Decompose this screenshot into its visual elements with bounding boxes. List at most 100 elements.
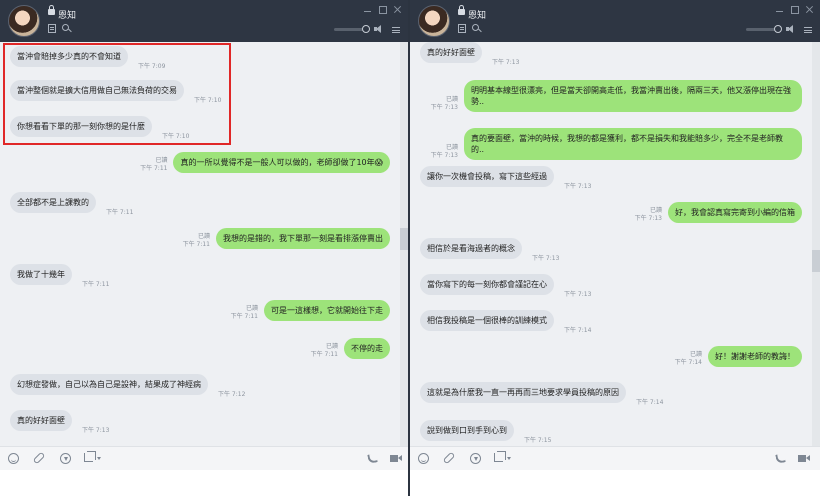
- message-bubble[interactable]: 我想的是錯的，我下單那一刻是看排漲停賣出: [216, 228, 390, 249]
- message-bubble[interactable]: 幻想症發做，自己以為自己是設神，結果成了神經病: [10, 374, 208, 395]
- message-meta: 下午 7:13: [492, 59, 519, 67]
- volume-knob[interactable]: [362, 25, 370, 33]
- menu-icon[interactable]: [392, 27, 400, 33]
- outgoing-message: 已讀 下午 7:11 我想的是錯的，我下單那一刻是看排漲停賣出: [177, 228, 390, 249]
- message-bubble[interactable]: 好，我會認真寫完寄到小編的信箱: [668, 202, 802, 223]
- message-bubble[interactable]: 全部都不是上課教的: [10, 192, 96, 213]
- timestamp: 下午 7:13: [564, 183, 592, 190]
- close-icon[interactable]: [394, 6, 402, 14]
- message-bubble[interactable]: 讓你一次機會投稿，寫下這些經過: [420, 166, 554, 187]
- phone-icon[interactable]: [775, 453, 786, 464]
- read-receipt: 已讀: [689, 351, 702, 358]
- emoji-icon[interactable]: [418, 453, 429, 464]
- crop-icon[interactable]: [84, 451, 96, 462]
- timestamp: 下午 7:13: [634, 215, 662, 222]
- timestamp: 下午 7:14: [564, 327, 592, 334]
- incoming-message: 幻想症發做，自己以為自己是設神，結果成了神經病 下午 7:12: [10, 374, 251, 398]
- avatar[interactable]: [8, 5, 40, 37]
- minimize-icon[interactable]: [364, 6, 372, 14]
- outgoing-message: 已讀 下午 7:13 真的要面壁，當沖的時候，我想的都是獲利，都不是損失和我能賠多少…: [425, 128, 802, 160]
- scrollbar[interactable]: [812, 42, 820, 446]
- emoji-icon[interactable]: [8, 453, 19, 464]
- timestamp: 下午 7:11: [82, 281, 110, 288]
- note-icon[interactable]: [48, 24, 56, 33]
- message-bubble[interactable]: 真的要面壁，當沖的時候，我想的都是獲利，都不是損失和我能賠多少，完全不是老師教的…: [464, 128, 802, 160]
- message-meta: 已讀 下午 7:11: [183, 233, 210, 249]
- maximize-icon[interactable]: [379, 6, 387, 14]
- chat-window-left: 恩知 當沖會賠掉多少真的不會知道 下午 7:09 當沖整個就是擴大信用做自己無法負荷…: [0, 0, 408, 496]
- message-input[interactable]: [410, 470, 820, 496]
- lock-icon: [48, 5, 55, 15]
- message-bubble[interactable]: 真的一所以覺得不是一般人可以做的，老師卻做了10年😱: [173, 152, 390, 173]
- message-bubble[interactable]: 相信我投稿是一個很棒的訓練模式: [420, 310, 554, 331]
- title-bar: 恩知: [0, 0, 408, 42]
- timestamp: 下午 7:11: [140, 165, 168, 172]
- message-meta: 已讀 下午 7:11: [140, 157, 167, 173]
- incoming-message: 說到做到口到手到心到下午 7:15: [420, 420, 557, 444]
- message-bubble[interactable]: 明明基本線型很漂亮，但是當天卻開高走低，我當沖賣出後，隔兩三天，他又漲停出現在強…: [464, 80, 802, 112]
- timestamp: 下午 7:11: [230, 313, 258, 320]
- scroll-thumb[interactable]: [812, 250, 820, 272]
- phone-icon[interactable]: [367, 453, 378, 464]
- message-list[interactable]: 真的好好面壁 下午 7:13 已讀 下午 7:13 明明基本線型很漂亮，但是當天卻開高走…: [410, 42, 820, 446]
- message-meta: 下午 7:13: [532, 255, 559, 263]
- message-meta: 下午 7:15: [524, 437, 551, 445]
- message-meta: 下午 7:14: [636, 399, 663, 407]
- message-meta: 已讀 下午 7:13: [635, 207, 662, 223]
- timestamp: 下午 7:11: [182, 241, 210, 248]
- contact-name: 恩知: [58, 11, 77, 21]
- video-icon[interactable]: [390, 455, 402, 462]
- timestamp: 下午 7:14: [636, 399, 664, 406]
- search-icon[interactable]: [62, 24, 69, 31]
- download-icon[interactable]: [470, 453, 481, 464]
- timestamp: 下午 7:13: [82, 427, 110, 434]
- timestamp: 下午 7:14: [674, 359, 702, 366]
- message-meta: 已讀 下午 7:13: [431, 96, 458, 112]
- volume-knob[interactable]: [774, 25, 782, 33]
- message-meta: 下午 7:13: [564, 291, 591, 299]
- crop-icon[interactable]: [494, 451, 506, 462]
- message-bubble[interactable]: 我做了十幾年: [10, 264, 72, 285]
- speaker-icon[interactable]: [786, 25, 796, 34]
- chevron-down-icon[interactable]: [507, 457, 511, 460]
- message-bubble[interactable]: 不停的走: [344, 338, 390, 359]
- message-meta: 下午 7:13: [82, 427, 109, 435]
- speaker-icon[interactable]: [374, 25, 384, 34]
- message-bubble[interactable]: 真的好好面壁: [10, 410, 72, 431]
- message-bubble[interactable]: 說到做到口到手到心到: [420, 420, 514, 441]
- minimize-icon[interactable]: [776, 6, 784, 14]
- timestamp: 下午 7:11: [106, 209, 134, 216]
- timestamp: 下午 7:15: [524, 437, 552, 444]
- clip-icon[interactable]: [32, 451, 46, 465]
- menu-icon[interactable]: [804, 27, 812, 33]
- scrollbar[interactable]: [400, 42, 408, 446]
- message-bubble[interactable]: 可是一這樣想，它就開始往下走: [264, 300, 390, 321]
- volume-slider[interactable]: [746, 25, 782, 33]
- timestamp: 下午 7:13: [532, 255, 560, 262]
- maximize-icon[interactable]: [791, 6, 799, 14]
- note-icon[interactable]: [458, 24, 466, 33]
- message-bubble[interactable]: 好！謝謝老師的教誨！: [708, 346, 802, 367]
- toolbar: [0, 446, 408, 470]
- message-bubble[interactable]: 這就是為什麼我一直一再再而三地要求學員投稿的原因: [420, 382, 626, 403]
- incoming-message: 我做了十幾年下午 7:11: [10, 264, 115, 288]
- message-bubble[interactable]: 真的好好面壁: [420, 42, 482, 63]
- video-icon[interactable]: [798, 455, 810, 462]
- message-input[interactable]: [0, 470, 408, 496]
- chevron-down-icon[interactable]: [97, 457, 101, 460]
- chat-window-right: 恩知 真的好好面壁 下午 7:13 已讀 下午 7:13 明明基本線型很漂亮，但是當天卻…: [410, 0, 820, 496]
- volume-slider[interactable]: [334, 25, 370, 33]
- highlight-box: [3, 43, 231, 145]
- message-meta: 下午 7:13: [564, 183, 591, 191]
- message-bubble[interactable]: 當你寫下的每一刻你都會謹記在心: [420, 274, 554, 295]
- close-icon[interactable]: [806, 6, 814, 14]
- message-bubble[interactable]: 相信於是看海過者的概念: [420, 238, 522, 259]
- download-icon[interactable]: [60, 453, 71, 464]
- clip-icon[interactable]: [442, 451, 456, 465]
- incoming-message: 相信於是看海過者的概念下午 7:13: [420, 238, 565, 262]
- avatar[interactable]: [418, 5, 450, 37]
- outgoing-message: 已讀 下午 7:13 好，我會認真寫完寄到小編的信箱: [629, 202, 802, 223]
- scroll-thumb[interactable]: [400, 228, 408, 250]
- search-icon[interactable]: [472, 24, 479, 31]
- incoming-message: 全部都不是上課教的下午 7:11: [10, 192, 139, 216]
